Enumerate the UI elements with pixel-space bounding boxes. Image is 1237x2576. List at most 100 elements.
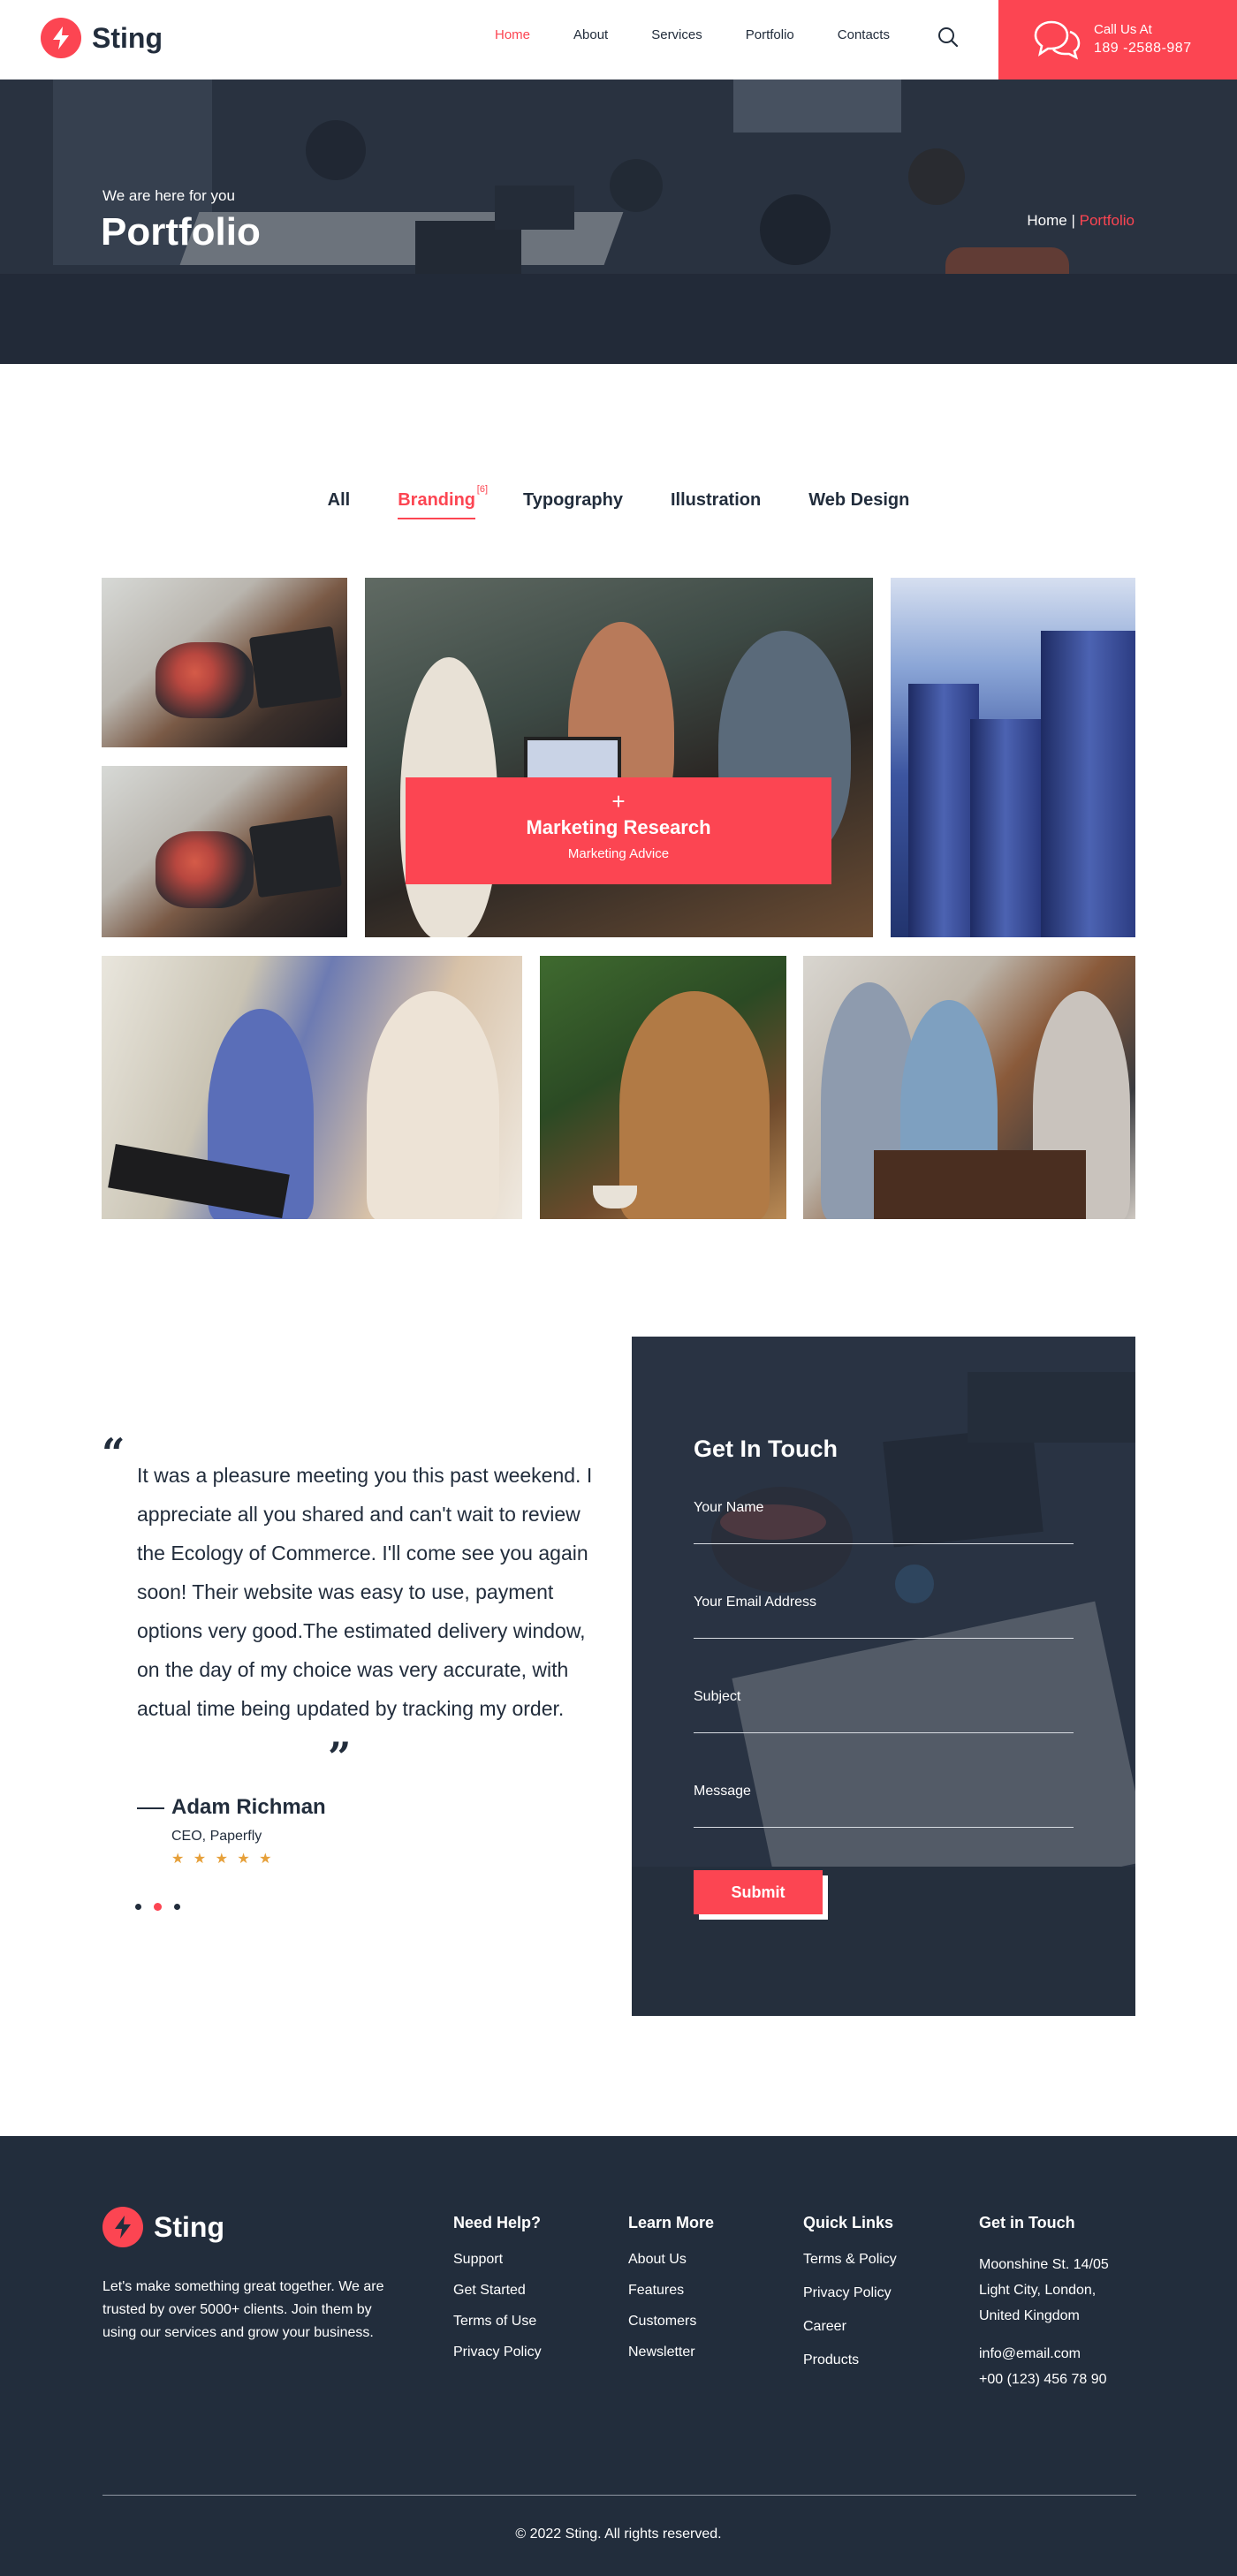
- featured-project-card[interactable]: + Marketing Research Marketing Advice: [406, 777, 831, 884]
- main-nav: Home About Services Portfolio Contacts: [495, 27, 933, 42]
- footer-link-customers[interactable]: Customers: [628, 2314, 714, 2330]
- search-icon[interactable]: [937, 26, 960, 49]
- author-divider: [137, 1807, 164, 1809]
- address-line: Light City, London,: [979, 2283, 1097, 2298]
- call-number[interactable]: 189 -2588-987: [1094, 39, 1192, 58]
- portfolio-image-desk-1[interactable]: [102, 578, 347, 747]
- portfolio-filter-tabs: All Branding [6] Typography Illustration …: [0, 484, 1237, 519]
- footer-link-career[interactable]: Career: [803, 2319, 897, 2335]
- footer-link-terms-of-use[interactable]: Terms of Use: [453, 2314, 542, 2330]
- breadcrumb: Home | Portfolio: [1027, 212, 1135, 230]
- filter-tab-all[interactable]: All: [328, 490, 351, 519]
- name-field[interactable]: Your Name: [694, 1500, 1074, 1544]
- testimonial-author: Adam Richman: [171, 1795, 326, 1819]
- name-field-label: Your Name: [694, 1500, 764, 1515]
- footer-logo[interactable]: Sting: [102, 2207, 224, 2247]
- portfolio-image-team[interactable]: [803, 956, 1135, 1219]
- nav-item-services[interactable]: Services: [651, 27, 702, 42]
- nav-item-home[interactable]: Home: [495, 27, 530, 42]
- pencil-pot-shape: [156, 830, 254, 909]
- footer-col-title: Learn More: [628, 2214, 715, 2231]
- address-line: United Kingdom: [979, 2308, 1080, 2323]
- tablet-shape: [249, 626, 343, 709]
- logo-text: Sting: [92, 21, 163, 54]
- footer-link-get-started[interactable]: Get Started: [453, 2283, 542, 2299]
- slider-dots: [135, 1903, 193, 1911]
- footer-col-need-help: Need Help? Support Get Started Terms of …: [453, 2214, 542, 2375]
- footer-phone-link[interactable]: +00 (123) 456 78 90: [979, 2367, 1109, 2392]
- quote-open-icon: “: [102, 1429, 125, 1477]
- site-footer: Sting Let's make something great togethe…: [0, 2136, 1237, 2576]
- featured-project-title: Marketing Research: [526, 816, 711, 838]
- portfolio-image-coffee[interactable]: [540, 956, 786, 1219]
- footer-link-support[interactable]: Support: [453, 2252, 542, 2268]
- plus-icon[interactable]: +: [406, 790, 831, 813]
- footer-logo-text: Sting: [154, 2210, 224, 2243]
- site-header: Sting Home About Services Portfolio Cont…: [0, 0, 1237, 80]
- tower-shape: [970, 719, 1041, 937]
- filter-tab-illustration[interactable]: Illustration: [671, 490, 761, 519]
- footer-link-about-us[interactable]: About Us: [628, 2252, 714, 2268]
- quote-close-icon: ”: [328, 1733, 352, 1781]
- footer-col-title: Get in Touch: [979, 2214, 1075, 2231]
- pencil-pot-shape: [156, 641, 254, 719]
- page-title: Portfolio: [101, 210, 261, 254]
- hero-banner: We are here for you Portfolio Home | Por…: [0, 80, 1237, 364]
- hero-subtitle: We are here for you: [102, 187, 235, 204]
- lightning-icon: [41, 18, 81, 58]
- slider-dot-active[interactable]: [154, 1903, 162, 1911]
- footer-link-privacy-policy-2[interactable]: Privacy Policy: [803, 2285, 897, 2301]
- message-field-label: Message: [694, 1784, 751, 1799]
- filter-tab-branding[interactable]: Branding [6]: [398, 484, 488, 519]
- portfolio-image-desk-2[interactable]: [102, 766, 347, 937]
- filter-count-badge: [6]: [476, 484, 489, 495]
- breadcrumb-separator: |: [1066, 212, 1080, 229]
- footer-contact: info@email.com +00 (123) 456 78 90: [979, 2341, 1109, 2392]
- nav-item-portfolio[interactable]: Portfolio: [746, 27, 794, 42]
- slider-dot[interactable]: [135, 1904, 141, 1910]
- call-label: Call Us At: [1094, 22, 1152, 37]
- breadcrumb-current: Portfolio: [1079, 212, 1135, 229]
- footer-link-products[interactable]: Products: [803, 2352, 897, 2368]
- footer-about-text: Let's make something great together. We …: [102, 2279, 384, 2340]
- filter-tab-label: Typography: [523, 490, 623, 510]
- call-us-box[interactable]: Call Us At 189 -2588-987: [998, 0, 1237, 80]
- footer-divider: [102, 2495, 1136, 2496]
- address-line: Moonshine St. 14/05: [979, 2257, 1109, 2272]
- site-logo[interactable]: Sting: [41, 18, 163, 58]
- submit-button[interactable]: Submit: [694, 1870, 823, 1914]
- tower-shape: [1041, 631, 1135, 937]
- footer-col-title: Need Help?: [453, 2214, 542, 2231]
- footer-address: Moonshine St. 14/05 Light City, London, …: [979, 2252, 1109, 2329]
- footer-info-gap: [979, 2329, 1109, 2341]
- subject-field[interactable]: Subject: [694, 1689, 1074, 1733]
- footer-link-features[interactable]: Features: [628, 2283, 714, 2299]
- slider-dot[interactable]: [174, 1904, 180, 1910]
- footer-link-terms-policy[interactable]: Terms & Policy: [803, 2252, 897, 2268]
- lightning-icon: [102, 2207, 143, 2247]
- nav-item-contacts[interactable]: Contacts: [838, 27, 890, 42]
- email-field[interactable]: Your Email Address: [694, 1595, 1074, 1639]
- footer-col-quick-links: Quick Links Terms & Policy Privacy Polic…: [803, 2214, 897, 2386]
- footer-link-privacy-policy[interactable]: Privacy Policy: [453, 2345, 542, 2360]
- nav-item-about[interactable]: About: [573, 27, 608, 42]
- footer-copyright: © 2022 Sting. All rights reserved.: [515, 2527, 722, 2542]
- message-field[interactable]: Message: [694, 1784, 1074, 1828]
- chat-bubbles-icon: [1034, 19, 1081, 60]
- breadcrumb-home[interactable]: Home: [1027, 212, 1066, 229]
- footer-col-learn-more: Learn More About Us Features Customers N…: [628, 2214, 714, 2375]
- filter-tab-typography[interactable]: Typography: [523, 490, 623, 519]
- footer-email-link[interactable]: info@email.com: [979, 2341, 1109, 2367]
- contact-title: Get In Touch: [694, 1436, 838, 1462]
- testimonial-quote: It was a pleasure meeting you this past …: [137, 1464, 593, 1720]
- filter-tab-web-design[interactable]: Web Design: [808, 490, 909, 519]
- footer-link-newsletter[interactable]: Newsletter: [628, 2345, 714, 2360]
- portfolio-image-handshake[interactable]: [102, 956, 522, 1219]
- footer-col-get-in-touch: Get in Touch Moonshine St. 14/05 Light C…: [979, 2214, 1109, 2392]
- filter-tab-label: All: [327, 490, 351, 510]
- tower-shape: [908, 684, 979, 937]
- contact-form-panel: Get In Touch Your Name Your Email Addres…: [632, 1337, 1135, 2016]
- portfolio-image-building[interactable]: [891, 578, 1135, 937]
- star-rating-icon: ★ ★ ★ ★ ★: [171, 1852, 275, 1867]
- email-field-label: Your Email Address: [694, 1595, 817, 1610]
